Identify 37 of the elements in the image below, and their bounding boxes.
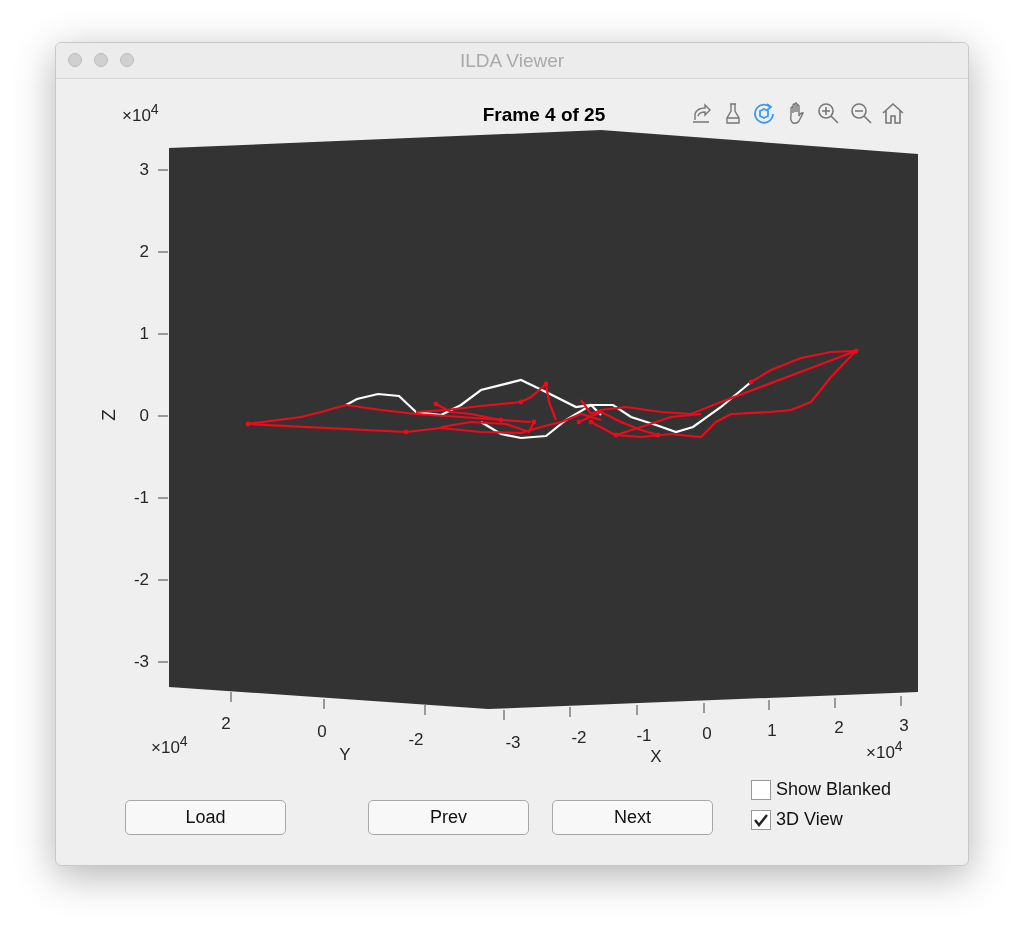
rotate-3d-icon[interactable] bbox=[754, 103, 774, 124]
push-button[interactable]: Prev bbox=[368, 800, 529, 835]
tick-label: 0 bbox=[317, 721, 327, 743]
zoom-out-icon[interactable] bbox=[851, 103, 872, 124]
tick-label: 2 bbox=[139, 241, 149, 263]
tick-label: -1 bbox=[636, 725, 652, 747]
tick-label: -1 bbox=[133, 487, 149, 509]
push-button[interactable]: Next bbox=[552, 800, 713, 835]
checkbox-label: 3D View bbox=[776, 809, 843, 830]
checkbox[interactable] bbox=[751, 779, 771, 800]
zoom-in-icon[interactable] bbox=[818, 103, 839, 124]
tick-label: 2 bbox=[221, 713, 231, 735]
pan-hand-icon[interactable] bbox=[790, 102, 804, 124]
tick-label: -2 bbox=[571, 727, 587, 749]
tick-label: 3 bbox=[139, 159, 149, 181]
axis-exponent: ×10$^{4}$ bbox=[122, 100, 159, 127]
plot-title: Frame 4 of 25 bbox=[482, 104, 606, 126]
home-icon[interactable] bbox=[882, 102, 904, 124]
tick-label: 0 bbox=[139, 405, 149, 427]
tick-label: -2 bbox=[133, 569, 149, 591]
tick-label: -2 bbox=[408, 729, 424, 751]
tick-label: 3 bbox=[899, 715, 909, 737]
window-title: ILDA Viewer bbox=[459, 49, 565, 72]
tick-label: -3 bbox=[505, 732, 521, 754]
checkbox-label: Show Blanked bbox=[776, 779, 892, 800]
tick-label: -3 bbox=[133, 651, 149, 673]
tick-label: 1 bbox=[139, 323, 149, 345]
tick-label: 0 bbox=[702, 723, 712, 745]
checkbox[interactable] bbox=[751, 809, 771, 830]
push-button[interactable]: Load bbox=[125, 800, 286, 835]
axis-exponent: ×10$^{4}$ bbox=[151, 732, 188, 759]
tick-label: 2 bbox=[834, 717, 844, 739]
axis-exponent: ×10$^{4}$ bbox=[866, 737, 903, 764]
axis-label: X bbox=[650, 746, 662, 768]
axis-label: Y bbox=[339, 744, 351, 766]
axis-label: Z bbox=[97, 409, 120, 421]
tick-label: 1 bbox=[767, 720, 777, 742]
